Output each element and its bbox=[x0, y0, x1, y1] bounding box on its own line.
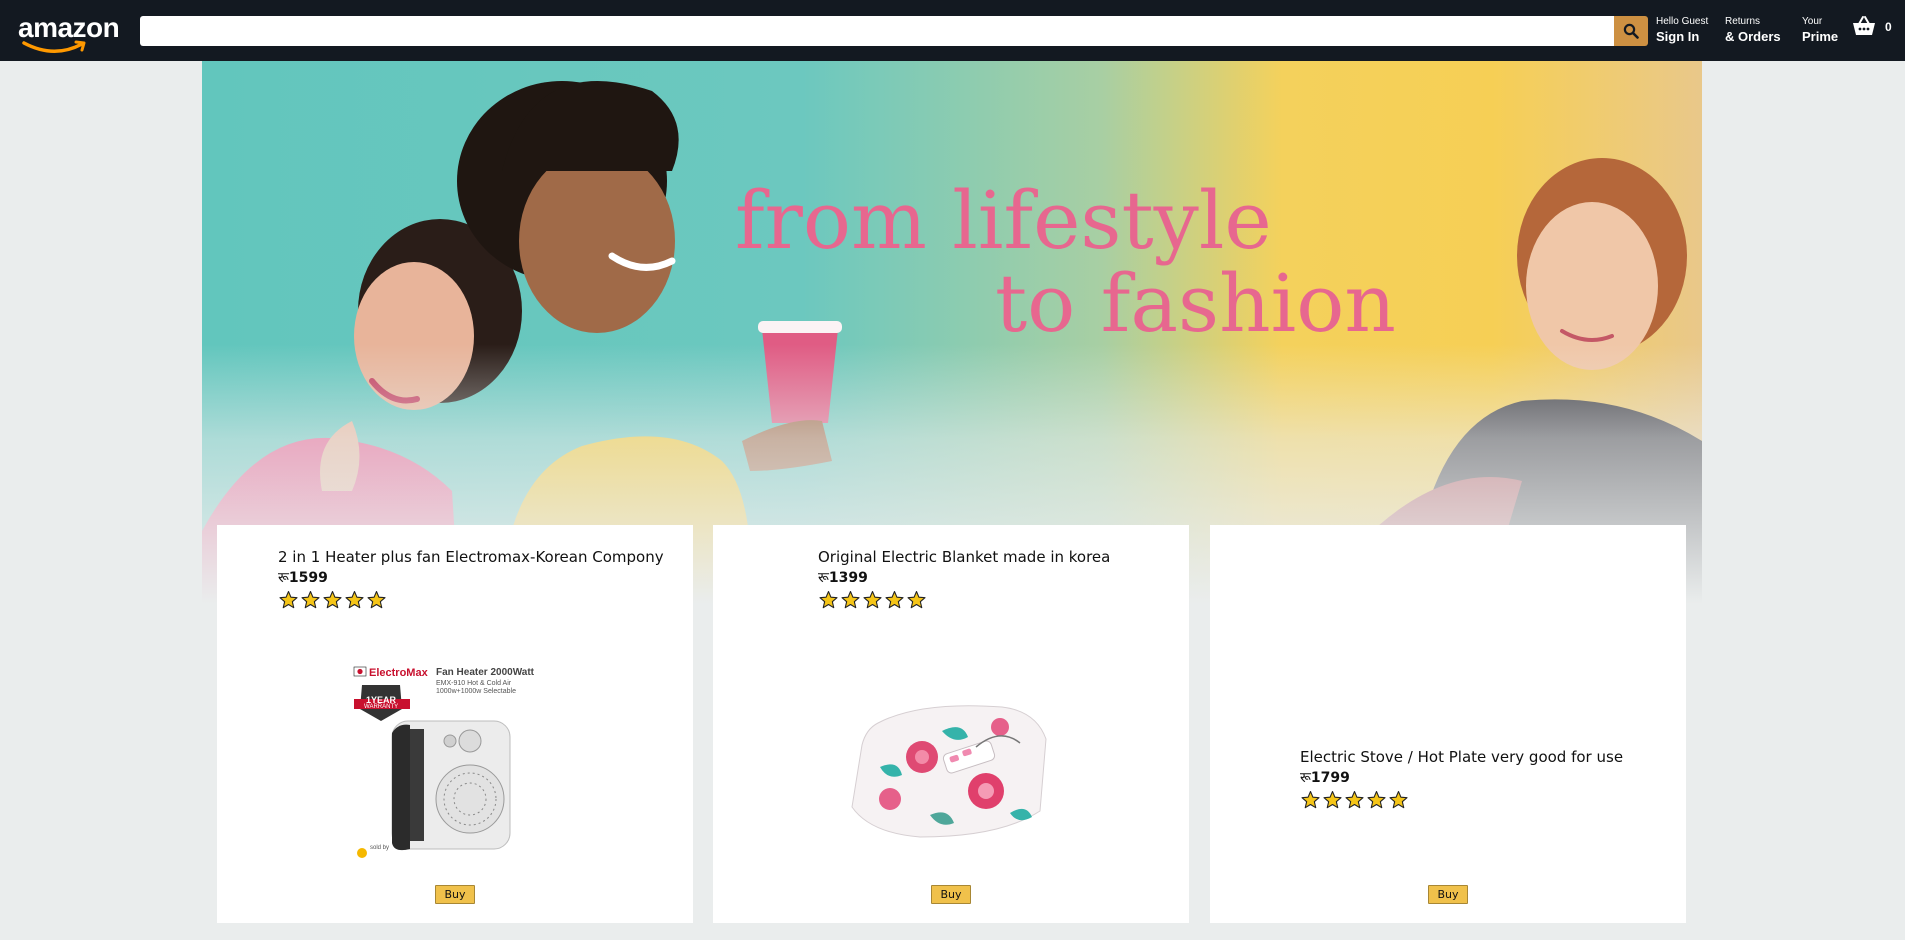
product-title: 2 in 1 Heater plus fan Electromax-Korean… bbox=[278, 548, 664, 566]
image-sold-by: sold by bbox=[370, 845, 389, 851]
star-icon bbox=[323, 590, 342, 609]
product-info: Original Electric Blanket made in korea … bbox=[818, 547, 1110, 610]
buy-button[interactable]: Buy bbox=[1428, 885, 1468, 904]
buy-button[interactable]: Buy bbox=[931, 885, 971, 904]
product-price: रू1799 bbox=[1300, 768, 1623, 788]
nav-orders-label: & Orders bbox=[1725, 29, 1781, 44]
image-brand: ElectroMax bbox=[369, 667, 429, 679]
star-icon bbox=[345, 590, 364, 609]
search-input[interactable] bbox=[140, 16, 1614, 46]
image-subcaption-1: EMX-910 Hot & Cold Air bbox=[436, 680, 512, 687]
basket-button[interactable]: 0 bbox=[1852, 15, 1892, 37]
nav-returns-label: Returns bbox=[1725, 16, 1761, 27]
nav-prime-label: Prime bbox=[1802, 29, 1839, 44]
star-icon bbox=[819, 590, 838, 609]
star-icon bbox=[863, 590, 882, 609]
nav-sign-in-label: Sign In bbox=[1656, 29, 1700, 44]
star-icon bbox=[1323, 790, 1342, 809]
price-amount: 1599 bbox=[288, 570, 328, 586]
nav-returns-orders[interactable]: Returns & Orders bbox=[1725, 16, 1781, 45]
product-card: 2 in 1 Heater plus fan Electromax-Korean… bbox=[217, 525, 693, 923]
nav-your-label: Your bbox=[1802, 16, 1823, 27]
search-bar bbox=[140, 16, 1648, 46]
star-icon bbox=[1367, 790, 1386, 809]
image-badge-2: WARRANTY bbox=[364, 704, 398, 710]
basket-count: 0 bbox=[1885, 20, 1892, 34]
product-image-heater: ElectroMax Fan Heater 2000Watt EMX-910 H… bbox=[352, 663, 542, 863]
shopping-basket-icon bbox=[1853, 16, 1875, 35]
product-card: Electric Stove / Hot Plate very good for… bbox=[1210, 525, 1686, 923]
nav-prime[interactable]: Your Prime bbox=[1802, 16, 1838, 45]
header: amazon Hello Guest Sign In Returns & Ord… bbox=[0, 0, 1905, 61]
amazon-logo[interactable]: amazon bbox=[18, 12, 123, 54]
product-rating bbox=[1300, 790, 1623, 810]
star-icon bbox=[301, 590, 320, 609]
star-icon bbox=[1389, 790, 1408, 809]
product-title: Original Electric Blanket made in korea bbox=[818, 548, 1111, 566]
currency-symbol: रू bbox=[1300, 770, 1311, 786]
star-icon bbox=[1301, 790, 1320, 809]
hero-headline-line-2: to fashion bbox=[995, 257, 1396, 350]
image-subcaption-2: 1000w+1000w Selectable bbox=[436, 688, 516, 695]
product-price: रू1599 bbox=[278, 568, 664, 588]
product-info: Electric Stove / Hot Plate very good for… bbox=[1300, 747, 1623, 810]
currency-symbol: रू bbox=[818, 570, 829, 586]
nav-sign-in[interactable]: Hello Guest Sign In bbox=[1656, 16, 1708, 45]
nav-greeting: Hello Guest bbox=[1656, 16, 1709, 27]
search-button[interactable] bbox=[1614, 16, 1648, 46]
star-icon bbox=[1345, 790, 1364, 809]
image-caption: Fan Heater 2000Watt bbox=[436, 667, 535, 678]
logo-smile-icon bbox=[22, 40, 86, 53]
star-icon bbox=[885, 590, 904, 609]
star-icon bbox=[907, 590, 926, 609]
product-info: 2 in 1 Heater plus fan Electromax-Korean… bbox=[278, 547, 664, 610]
price-amount: 1399 bbox=[828, 570, 868, 586]
star-icon bbox=[841, 590, 860, 609]
product-image-blanket bbox=[851, 705, 1047, 838]
product-title: Electric Stove / Hot Plate very good for… bbox=[1300, 748, 1624, 766]
price-amount: 1799 bbox=[1310, 770, 1350, 786]
product-card: Original Electric Blanket made in korea … bbox=[713, 525, 1189, 923]
magnifier-icon bbox=[1623, 23, 1639, 39]
star-icon bbox=[367, 590, 386, 609]
buy-button[interactable]: Buy bbox=[435, 885, 475, 904]
product-price: रू1399 bbox=[818, 568, 1110, 588]
product-rating bbox=[818, 590, 1110, 610]
hero-headline-line-1: from lifestyle bbox=[735, 174, 1272, 267]
product-rating bbox=[278, 590, 664, 610]
star-icon bbox=[279, 590, 298, 609]
currency-symbol: रू bbox=[278, 570, 289, 586]
